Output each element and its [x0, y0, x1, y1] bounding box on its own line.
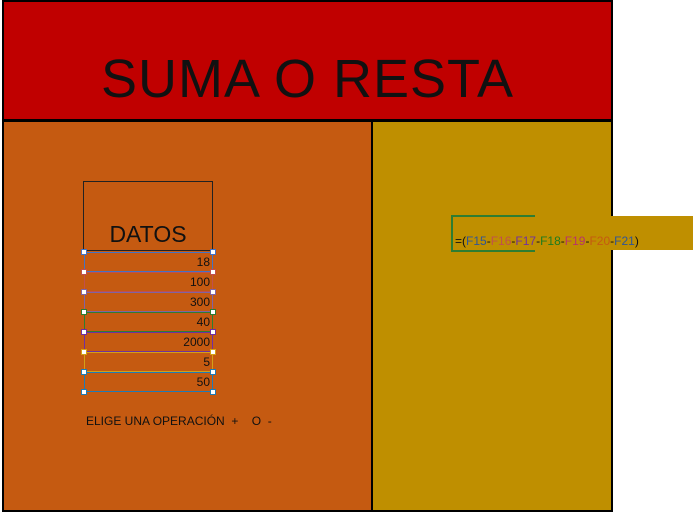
page-title: SUMA O RESTA — [100, 49, 515, 109]
selection-handle[interactable] — [210, 249, 216, 255]
selection-handle[interactable] — [81, 329, 87, 335]
selection-handle[interactable] — [81, 369, 87, 375]
formula-token: ) — [634, 234, 639, 248]
formula-token: F20 — [589, 234, 611, 248]
data-cell[interactable]: 2000 — [84, 332, 213, 352]
selection-handle[interactable] — [81, 249, 87, 255]
data-cell[interactable]: 50 — [84, 372, 213, 392]
selection-handle[interactable] — [210, 269, 216, 275]
data-cell[interactable]: 100 — [84, 272, 213, 292]
formula-token: F17 — [515, 234, 537, 248]
selection-handle[interactable] — [81, 309, 87, 315]
selection-handle[interactable] — [81, 349, 87, 355]
selection-handle[interactable] — [210, 309, 216, 315]
formula-text[interactable]: =(F15-F16-F17-F18-F19-F20-F21) — [455, 234, 639, 248]
selection-handle[interactable] — [210, 389, 216, 395]
datos-label: DATOS — [109, 221, 187, 247]
selection-handle[interactable] — [81, 389, 87, 395]
selection-handle[interactable] — [81, 289, 87, 295]
operation-label: ELIGE UNA OPERACIÓN + O - — [86, 414, 272, 428]
formula-token: F15 — [466, 234, 487, 248]
data-cell[interactable]: 18 — [84, 252, 213, 272]
selection-handle[interactable] — [81, 269, 87, 275]
data-cell[interactable]: 5 — [84, 352, 213, 372]
formula-token: =( — [455, 234, 467, 248]
selection-handle[interactable] — [210, 289, 216, 295]
selection-handle[interactable] — [210, 369, 216, 375]
formula-token: F21 — [614, 234, 635, 248]
formula-token: F19 — [564, 234, 586, 248]
data-cell[interactable]: 300 — [84, 292, 213, 312]
formula-token: F18 — [540, 234, 561, 248]
data-cell[interactable]: 40 — [84, 312, 213, 332]
formula-token: F16 — [490, 234, 512, 248]
selection-handle[interactable] — [210, 329, 216, 335]
right-panel — [371, 120, 613, 512]
selection-handle[interactable] — [210, 349, 216, 355]
